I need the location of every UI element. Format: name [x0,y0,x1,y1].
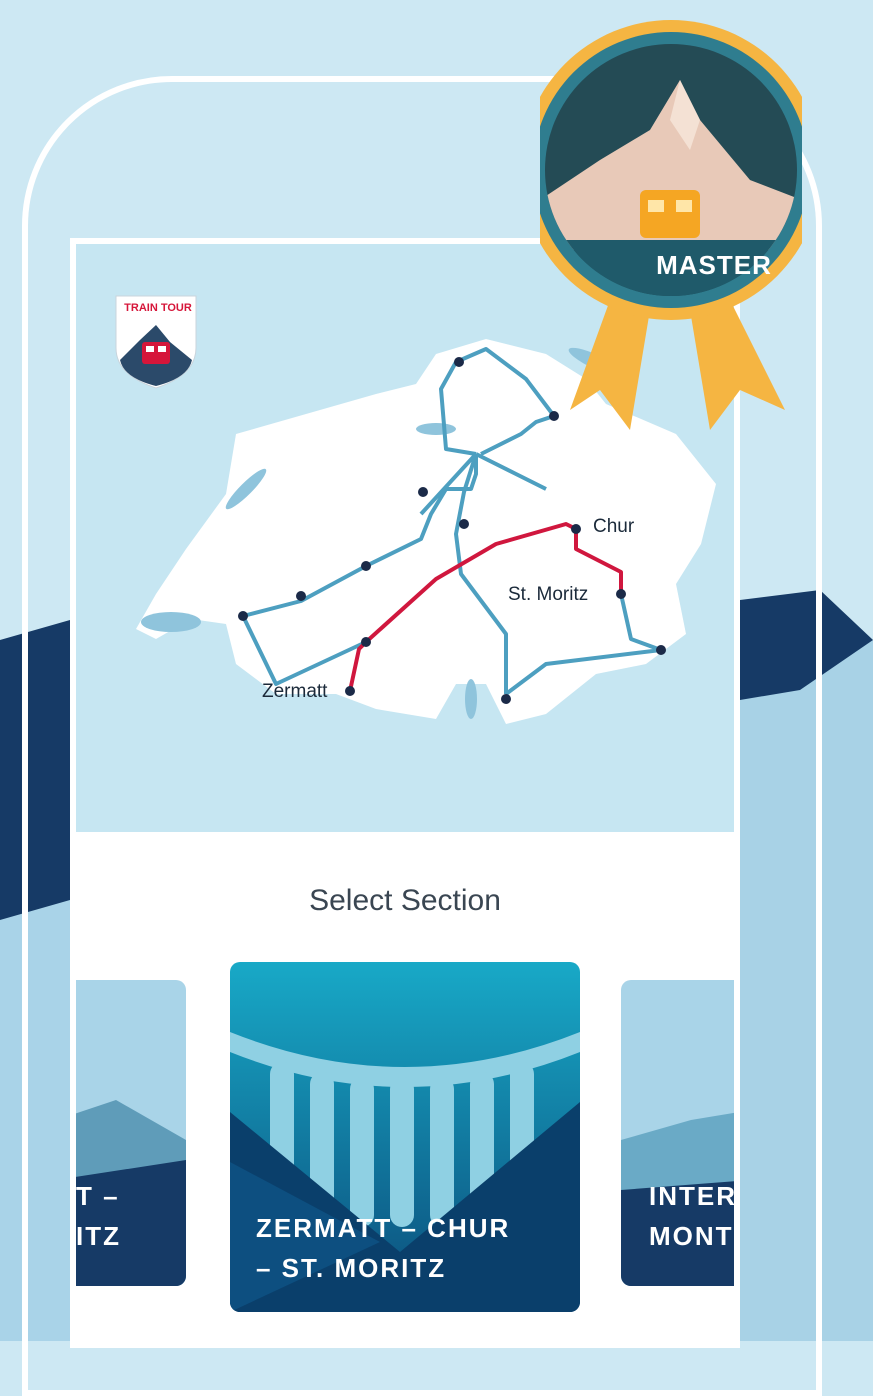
card-title-line2: – ST. MORITZ [256,1253,447,1283]
section-card-zermatt-chur[interactable]: ZERMATT – CHUR – ST. MORITZ [230,962,580,1312]
city-label-st-moritz: St. Moritz [508,584,589,605]
section-card-right[interactable]: INTER MONT [621,980,737,1286]
station-dot [501,694,511,704]
master-badge [540,20,802,430]
station-dot [361,561,371,571]
station-dot [571,524,581,534]
card-title-line1: ZERMATT – CHUR [256,1213,511,1243]
station-dot [656,645,666,655]
station-dot [616,589,626,599]
station-dot [454,357,464,367]
city-label-chur: Chur [593,516,635,537]
card-title-line1: T – [76,1181,120,1211]
station-dot [459,519,469,529]
section-card-left[interactable]: T – ITZ [76,980,186,1286]
station-dot [361,637,371,647]
section-title: Select Section [309,884,501,917]
station-dot [296,591,306,601]
station-dot [418,487,428,497]
station-dot [238,611,248,621]
station-dot [345,686,355,696]
card-title-line2: ITZ [76,1221,121,1251]
badge-label: MASTER [656,250,772,280]
logo-title: TRAIN TOUR [124,302,192,314]
city-label-zermatt: Zermatt [262,681,328,702]
card-title-line1: INTER [649,1181,737,1211]
card-title-line2: MONT [649,1221,734,1251]
